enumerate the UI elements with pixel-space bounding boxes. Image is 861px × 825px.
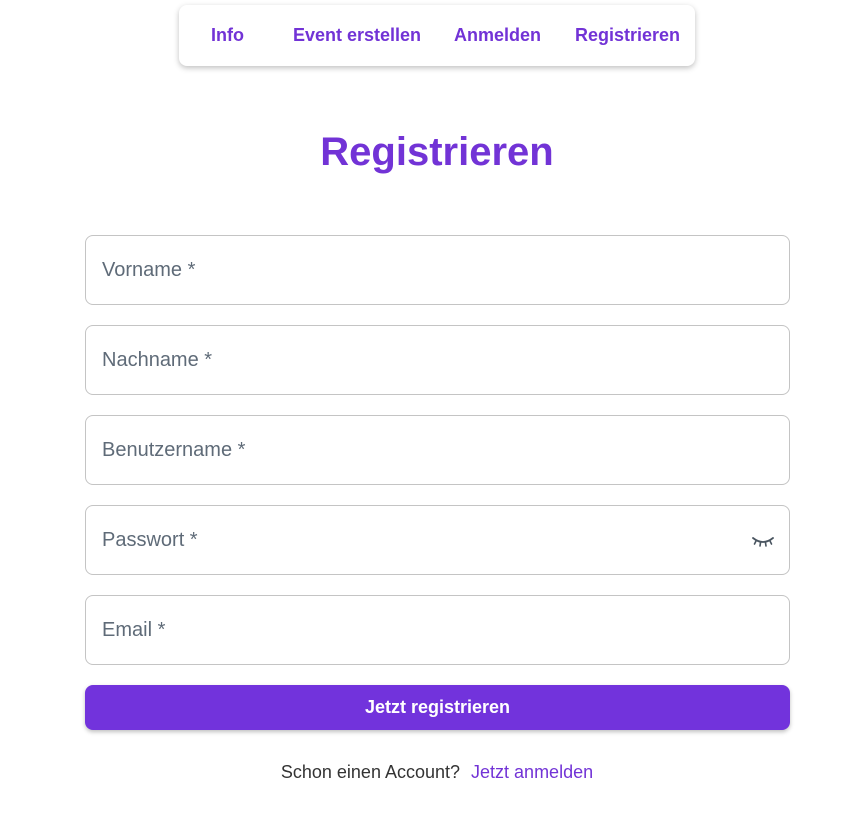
login-link[interactable]: Jetzt anmelden xyxy=(471,762,593,782)
eye-closed-icon[interactable] xyxy=(751,533,775,549)
username-input[interactable] xyxy=(102,416,742,484)
email-input[interactable] xyxy=(102,596,742,664)
login-prompt-text: Schon einen Account? xyxy=(280,762,461,782)
first-name-field[interactable] xyxy=(85,235,790,305)
login-prompt: Schon einen Account? Jetzt anmelden xyxy=(0,762,861,783)
email-field[interactable] xyxy=(85,595,790,665)
nav-item-event-erstellen[interactable]: Event erstellen xyxy=(293,5,421,66)
register-button[interactable]: Jetzt registrieren xyxy=(85,685,790,730)
password-field[interactable] xyxy=(85,505,790,575)
top-navigation: Info Event erstellen Anmelden Registrier… xyxy=(179,5,695,66)
first-name-input[interactable] xyxy=(102,236,742,304)
username-field[interactable] xyxy=(85,415,790,485)
password-input[interactable] xyxy=(102,506,742,574)
page-title: Registrieren xyxy=(320,130,554,174)
nav-item-registrieren[interactable]: Registrieren xyxy=(575,5,680,66)
nav-item-anmelden[interactable]: Anmelden xyxy=(454,5,541,66)
last-name-field[interactable] xyxy=(85,325,790,395)
last-name-input[interactable] xyxy=(102,326,742,394)
nav-item-info[interactable]: Info xyxy=(211,5,244,66)
